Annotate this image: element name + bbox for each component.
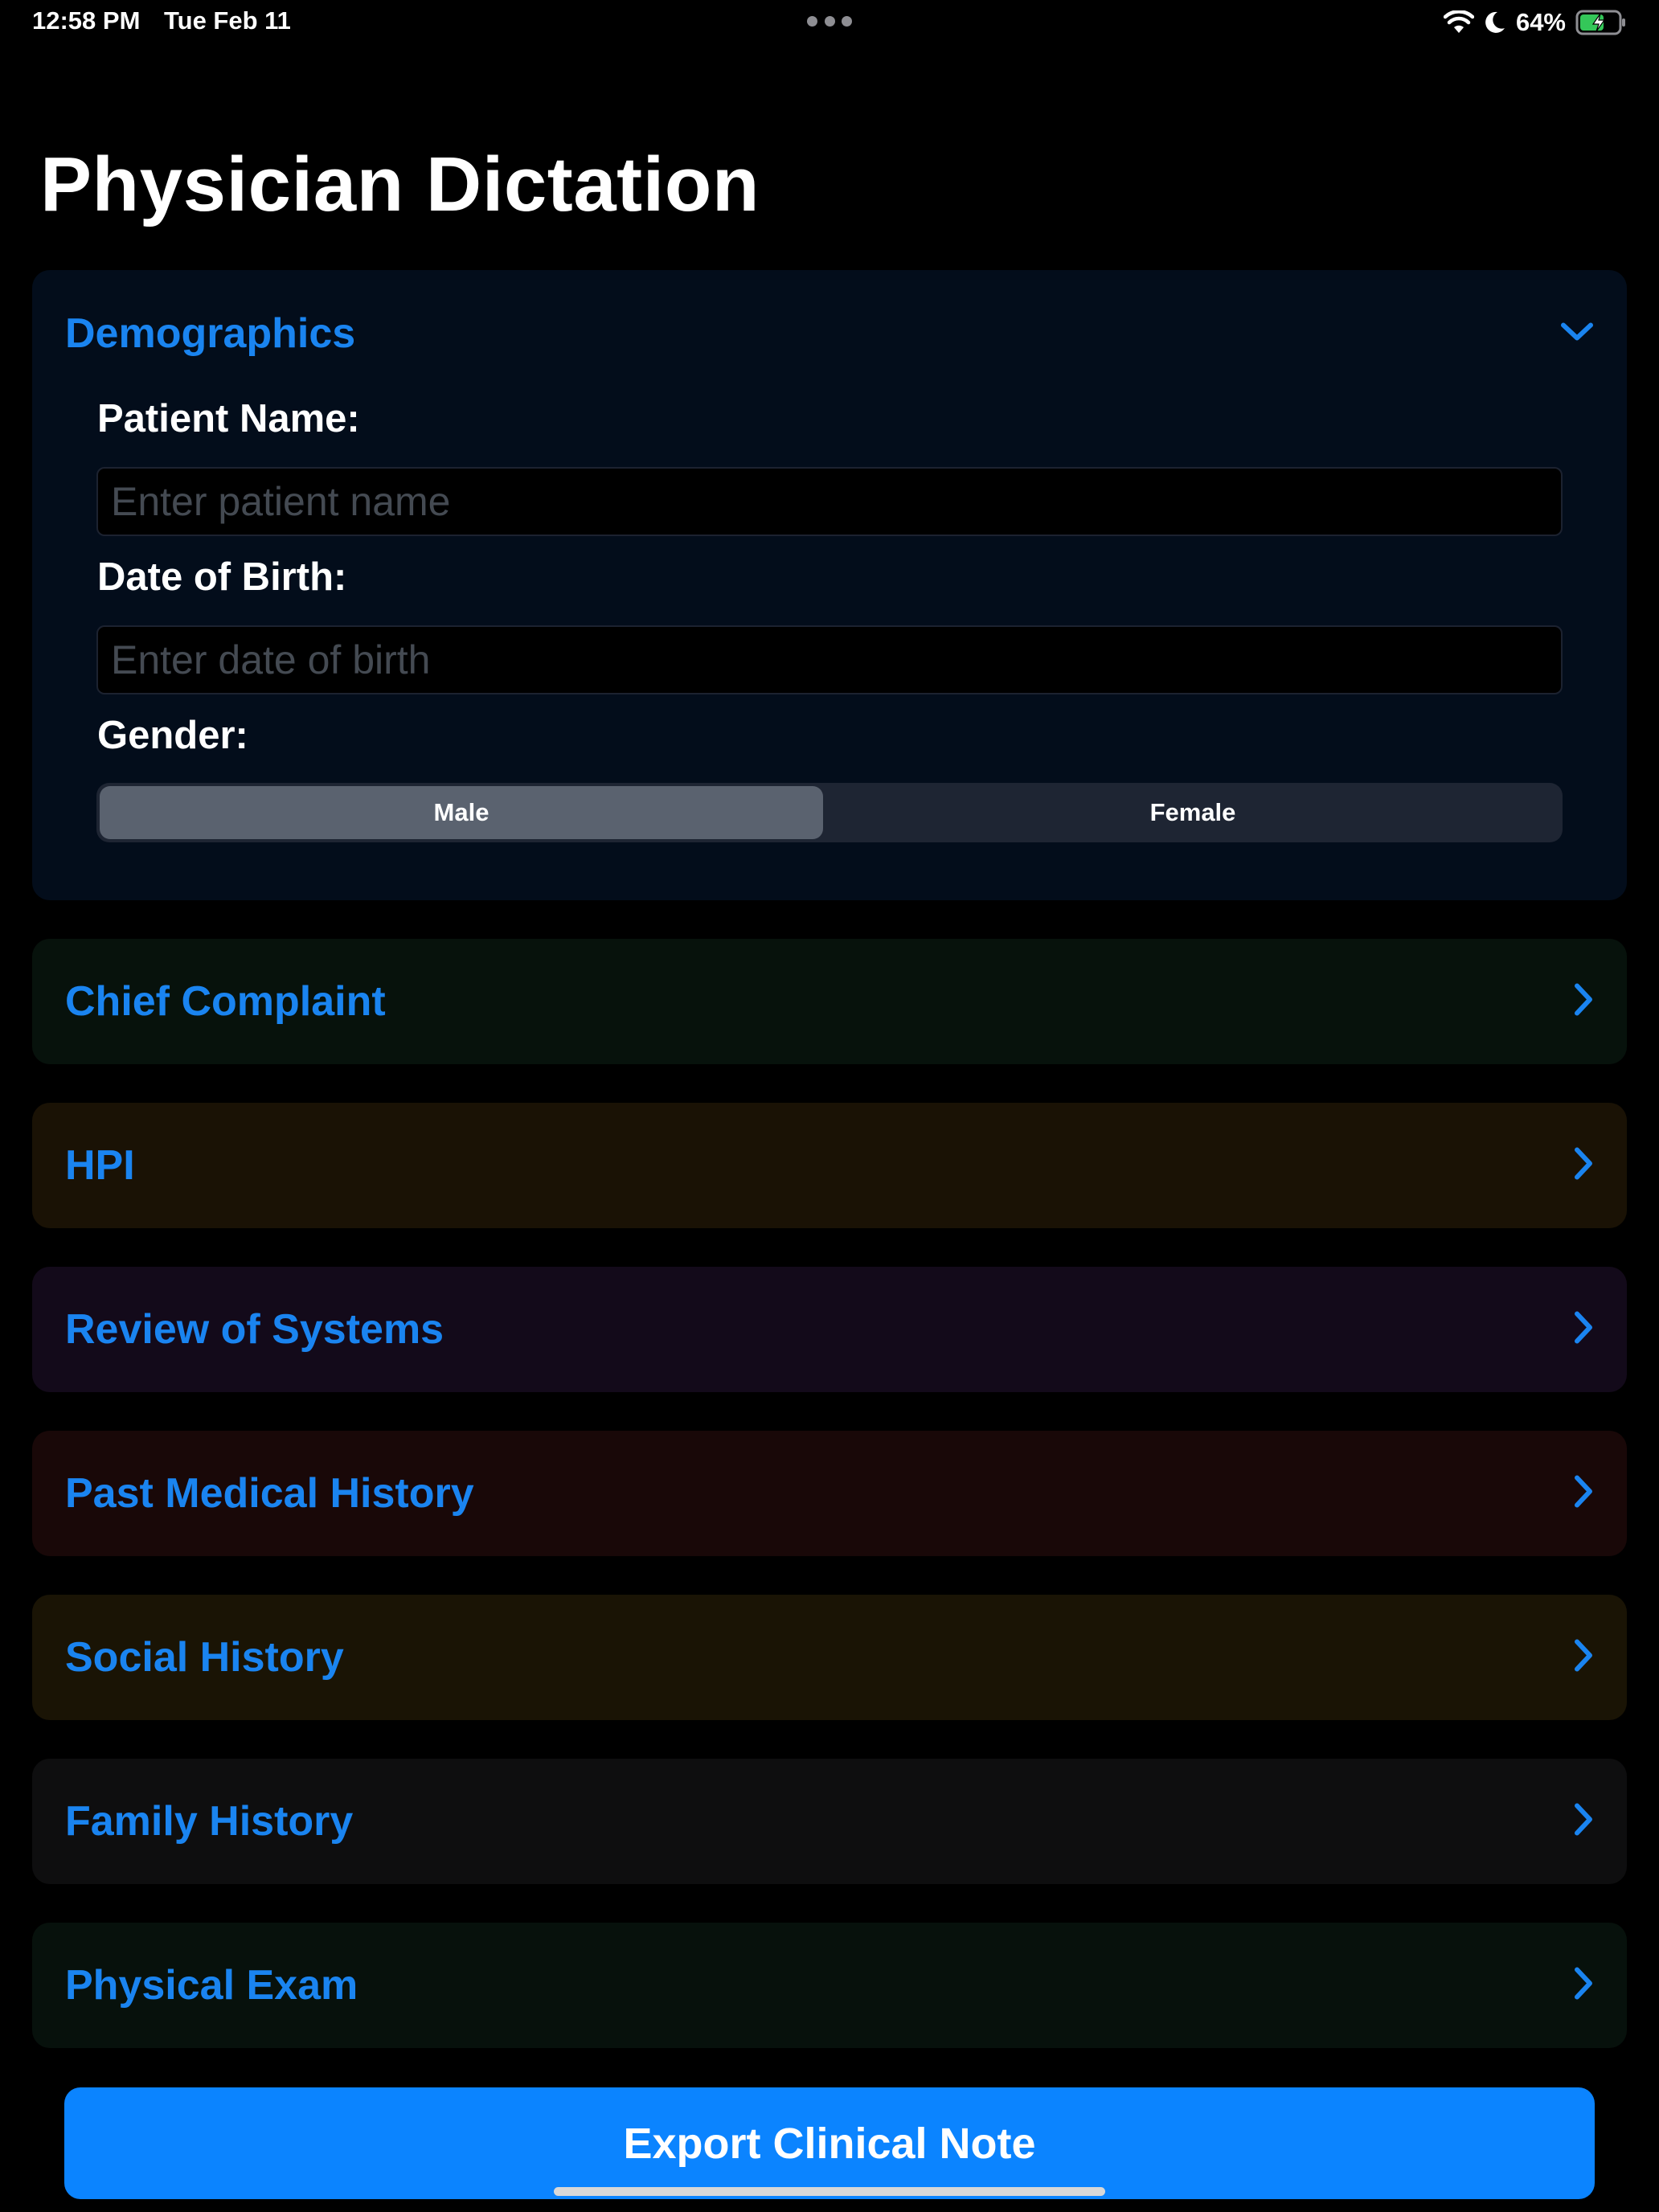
chevron-right-icon	[1571, 1474, 1595, 1514]
section-social-history[interactable]: Social History	[32, 1595, 1627, 1720]
section-review-of-systems[interactable]: Review of Systems	[32, 1267, 1627, 1392]
section-hpi[interactable]: HPI	[32, 1103, 1627, 1228]
patient-name-label: Patient Name:	[97, 397, 360, 440]
chevron-right-icon	[1571, 1310, 1595, 1350]
patient-name-input[interactable]	[96, 467, 1563, 536]
status-date: Tue Feb 11	[164, 6, 291, 35]
gender-segmented-control[interactable]: Male Female	[96, 783, 1563, 842]
gender-option-female[interactable]: Female	[826, 786, 1559, 839]
chevron-right-icon	[1571, 1966, 1595, 2005]
dob-input[interactable]	[96, 625, 1563, 694]
section-title: Social History	[65, 1634, 344, 1681]
export-clinical-note-button[interactable]: Export Clinical Note	[64, 2087, 1595, 2199]
demographics-header[interactable]: Demographics	[32, 270, 1627, 397]
chevron-right-icon	[1571, 1146, 1595, 1186]
section-title: HPI	[65, 1142, 135, 1189]
section-past-medical-history[interactable]: Past Medical History	[32, 1431, 1627, 1556]
section-title: Chief Complaint	[65, 978, 386, 1025]
wifi-icon	[1443, 10, 1474, 35]
section-physical-exam[interactable]: Physical Exam	[32, 1923, 1627, 2048]
section-chief-complaint[interactable]: Chief Complaint	[32, 939, 1627, 1064]
gender-option-male[interactable]: Male	[100, 786, 823, 839]
section-title: Past Medical History	[65, 1470, 474, 1517]
section-family-history[interactable]: Family History	[32, 1759, 1627, 1884]
chevron-right-icon	[1571, 1638, 1595, 1677]
multitasking-dots-icon[interactable]	[807, 16, 852, 27]
dob-label: Date of Birth:	[97, 555, 347, 599]
status-bar: 12:58 PM Tue Feb 11 64%	[0, 0, 1659, 45]
status-time: 12:58 PM	[32, 6, 141, 35]
chevron-down-icon	[1559, 320, 1595, 348]
chevron-right-icon	[1571, 982, 1595, 1022]
battery-percent: 64%	[1515, 8, 1566, 36]
home-indicator[interactable]	[554, 2187, 1105, 2196]
section-title: Review of Systems	[65, 1306, 444, 1353]
demographics-section: Demographics Patient Name: Date of Birth…	[32, 270, 1627, 900]
page-title: Physician Dictation	[40, 141, 760, 227]
status-indicators: 64%	[1443, 5, 1627, 40]
section-title: Physical Exam	[65, 1962, 358, 2009]
battery-icon	[1575, 10, 1627, 35]
chevron-right-icon	[1571, 1802, 1595, 1841]
gender-label: Gender:	[97, 714, 248, 757]
section-title: Family History	[65, 1798, 354, 1845]
demographics-title: Demographics	[65, 310, 356, 357]
moon-icon	[1484, 10, 1506, 35]
